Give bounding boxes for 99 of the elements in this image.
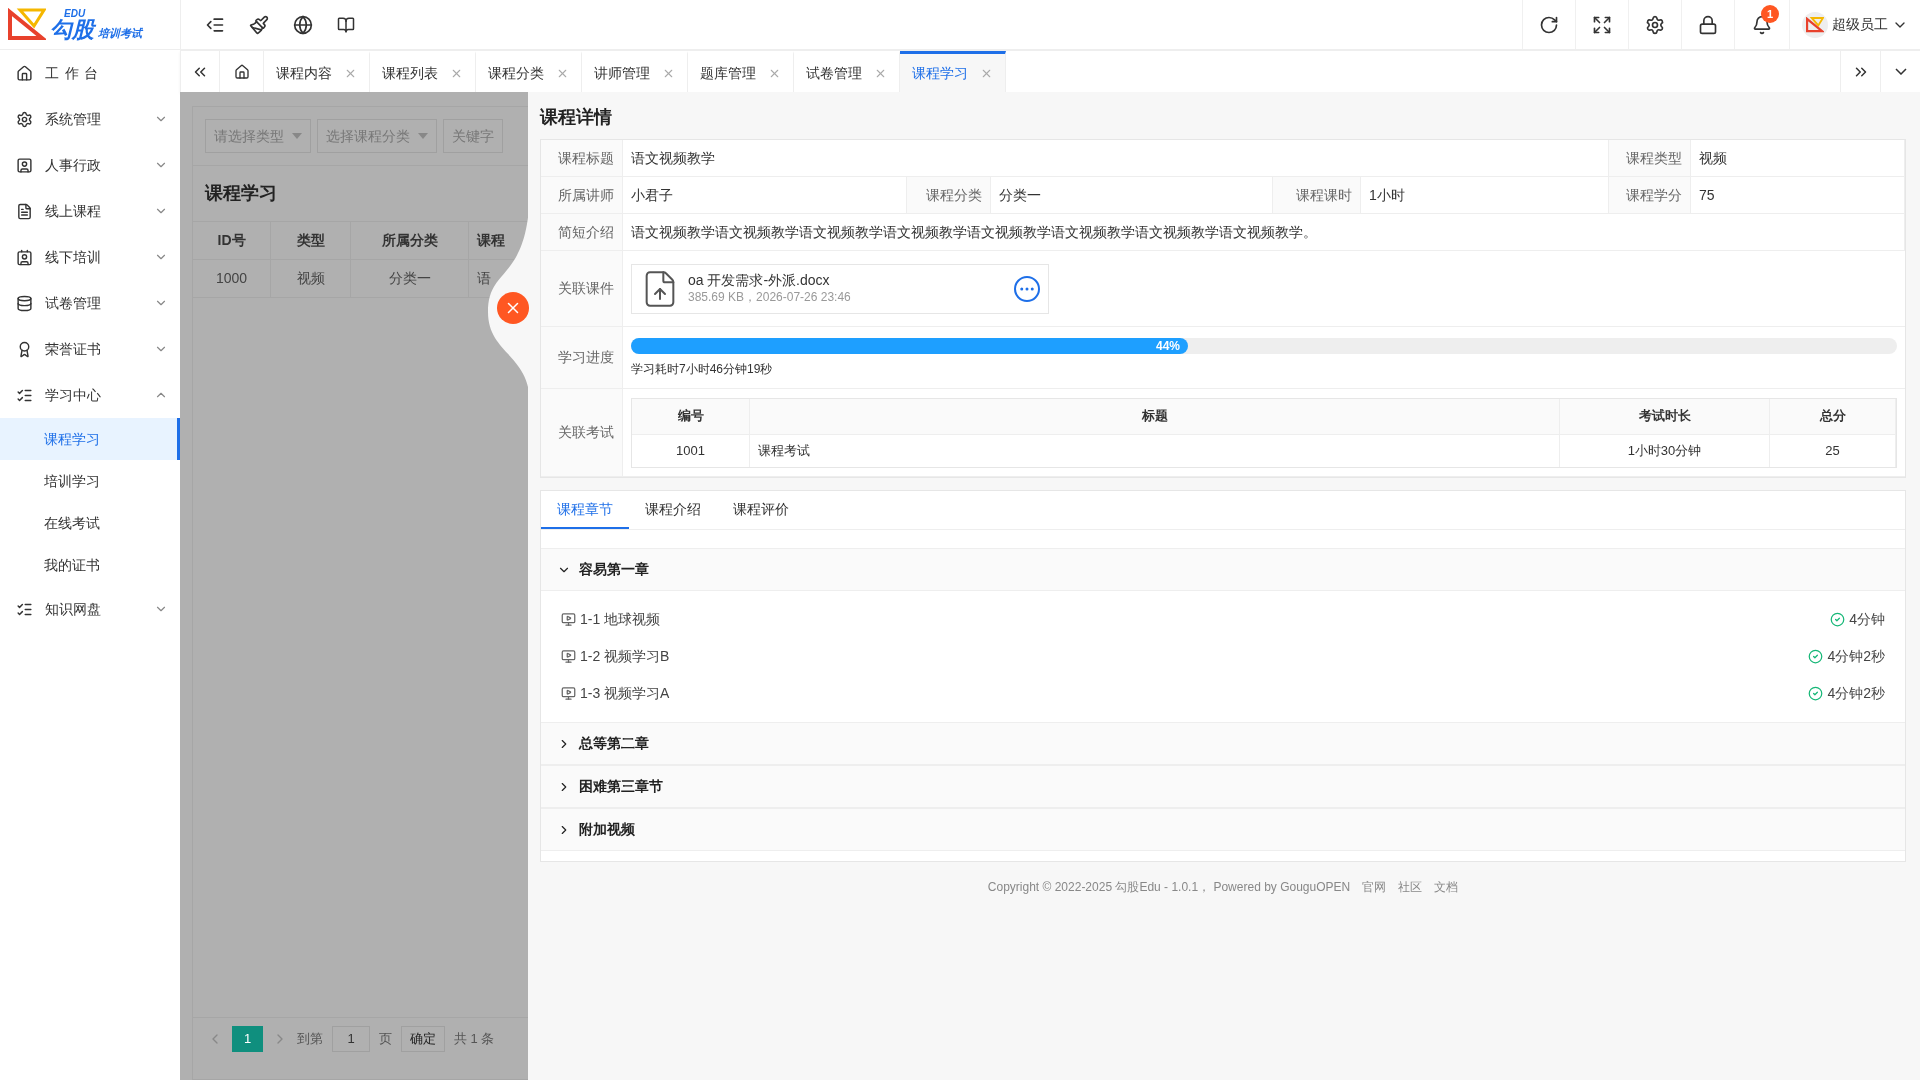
home-icon — [233, 63, 250, 80]
menu-item-icon — [16, 156, 33, 174]
goto-label: 到第 — [297, 1029, 323, 1048]
user-menu[interactable]: 超级员工 — [1789, 0, 1920, 49]
column-header: 编号 — [632, 398, 750, 435]
dropdown-caret-icon — [292, 133, 302, 139]
sidebar-item[interactable]: 知识网盘 — [0, 586, 180, 632]
avatar-icon — [1802, 11, 1828, 38]
field-label: 课程学分 — [1609, 177, 1691, 214]
field-label: 简短介绍 — [541, 214, 623, 251]
lesson-row[interactable]: 1-1 地球视频 4分钟 — [541, 601, 1905, 638]
detail-tab[interactable]: 课程章节 — [541, 491, 629, 529]
field-label: 课程课时 — [1273, 177, 1361, 214]
menu-item-icon — [16, 202, 33, 220]
footer-link[interactable]: 文档 — [1434, 878, 1459, 896]
table-cell: 课程考试 — [750, 434, 1560, 467]
file-name: oa 开发需求-外派.docx — [688, 272, 831, 290]
table-cell: 1000 — [193, 260, 271, 298]
field-label: 课程标题 — [541, 140, 623, 177]
column-header: 总分 — [1770, 398, 1896, 435]
field-value: 75 — [1691, 177, 1905, 214]
logo-title: 勾股 — [50, 18, 94, 41]
footer-link[interactable]: 社区 — [1398, 878, 1423, 896]
file-meta: 385.69 KB，2026-07-26 23:46 — [688, 289, 852, 305]
total-count: 共 1 条 — [454, 1029, 495, 1048]
column-header: 考试时长 — [1560, 398, 1770, 435]
field-label: 课程类型 — [1609, 140, 1691, 177]
refresh-icon[interactable] — [1539, 14, 1559, 35]
sidebar-subitem[interactable]: 课程学习 — [0, 418, 180, 460]
settings-icon[interactable] — [1645, 14, 1665, 35]
page-tab[interactable]: 课程学习 — [900, 51, 1006, 92]
sidebar-item[interactable]: 人事行政 — [0, 142, 180, 188]
sidebar-item[interactable]: 试卷管理 — [0, 280, 180, 326]
lock-icon[interactable] — [1698, 14, 1718, 35]
sidebar-item[interactable]: 工作台 — [0, 50, 180, 96]
fullscreen-icon[interactable] — [1592, 14, 1612, 35]
book-icon[interactable] — [337, 15, 355, 34]
column-header: 所属分类 — [351, 222, 469, 260]
attachment-card[interactable]: oa 开发需求-外派.docx 385.69 KB，2026-07-26 23:46 — [631, 263, 1049, 314]
chapter-header[interactable]: 总等第二章 — [541, 722, 1905, 765]
confirm-button[interactable]: 确定 — [401, 1025, 445, 1052]
table-cell: 1001 — [632, 434, 750, 467]
field-value: 视频 — [1691, 140, 1905, 177]
globe-icon[interactable] — [293, 14, 313, 35]
notification-badge: 1 — [1761, 5, 1780, 23]
drawer-title: 课程详情 — [540, 106, 613, 129]
column-header: ID号 — [193, 222, 271, 260]
sidebar-subitem[interactable]: 我的证书 — [0, 544, 180, 586]
logo-subtitle: 培训考试 — [98, 27, 142, 41]
menu-item-icon — [16, 64, 33, 82]
column-header: 类型 — [271, 222, 351, 260]
sidebar-item[interactable]: 系统管理 — [0, 96, 180, 142]
logo-icon — [8, 7, 46, 42]
video-icon — [561, 649, 576, 664]
field-label: 课程分类 — [907, 177, 991, 214]
page-button[interactable]: 1 — [232, 1025, 263, 1052]
video-icon — [561, 612, 576, 627]
logo-superscript: EDU — [63, 8, 87, 19]
menu-item-icon — [16, 248, 33, 266]
field-label: 学习进度 — [541, 327, 623, 389]
table-cell: 分类一 — [351, 260, 469, 298]
detail-tab[interactable]: 课程评价 — [717, 491, 805, 529]
field-label: 所属讲师 — [541, 177, 623, 214]
sidebar-subitem[interactable]: 培训学习 — [0, 460, 180, 502]
table-cell: 视频 — [271, 260, 351, 298]
column-header: 标题 — [750, 398, 1560, 435]
field-label: 关联课件 — [541, 251, 623, 327]
field-label: 关联考试 — [541, 389, 623, 477]
menu-item-icon — [16, 294, 33, 312]
chapter-header[interactable]: 困难第三章节 — [541, 765, 1905, 808]
chevron-down-icon — [1894, 68, 1907, 75]
lesson-row[interactable]: 1-2 视频学习B 4分钟2秒 — [541, 638, 1905, 675]
goto-page-field[interactable]: 1 — [332, 1025, 370, 1052]
field-value: 语文视频教学语文视频教学语文视频教学语文视频教学语文视频教学语文视频教学语文视频教学语文视频教学。 — [623, 214, 1905, 251]
sidebar-item[interactable]: 荣誉证书 — [0, 326, 180, 372]
lesson-duration: 4分钟2秒 — [1827, 684, 1885, 703]
lesson-duration: 4分钟 — [1849, 610, 1885, 629]
sidebar-subitem[interactable]: 在线考试 — [0, 502, 180, 544]
table-cell: 1小时30分钟 — [1560, 434, 1770, 467]
table-cell: 25 — [1770, 434, 1896, 467]
menu-item-icon — [16, 110, 33, 128]
dropdown-caret-icon — [418, 133, 428, 139]
sidebar-item[interactable]: 线下培训 — [0, 234, 180, 280]
field-value: 分类一 — [991, 177, 1273, 214]
copyright-text: Copyright © 2022-2025 勾股Edu - 1.0.1， Powered by GouguOPEN — [987, 879, 1351, 896]
lesson-duration: 4分钟2秒 — [1827, 647, 1885, 666]
lesson-row[interactable]: 1-3 视频学习A 4分钟2秒 — [541, 675, 1905, 712]
sidebar-item[interactable]: 线上课程 — [0, 188, 180, 234]
time-spent: 学习耗时7小时46分钟19秒 — [631, 360, 774, 378]
progress-fill: 44% — [631, 337, 1189, 354]
chapter-header[interactable]: 容易第一章 — [541, 548, 1905, 591]
page-unit: 页 — [379, 1029, 392, 1048]
video-icon — [561, 686, 576, 701]
footer-link[interactable]: 官网 — [1362, 878, 1387, 896]
sidebar-item[interactable]: 学习中心 — [0, 372, 180, 418]
paintbrush-icon[interactable] — [249, 14, 269, 35]
chapter-header[interactable]: 附加视频 — [541, 808, 1905, 851]
detail-tab[interactable]: 课程介绍 — [629, 491, 717, 529]
more-icon[interactable] — [1014, 275, 1040, 302]
